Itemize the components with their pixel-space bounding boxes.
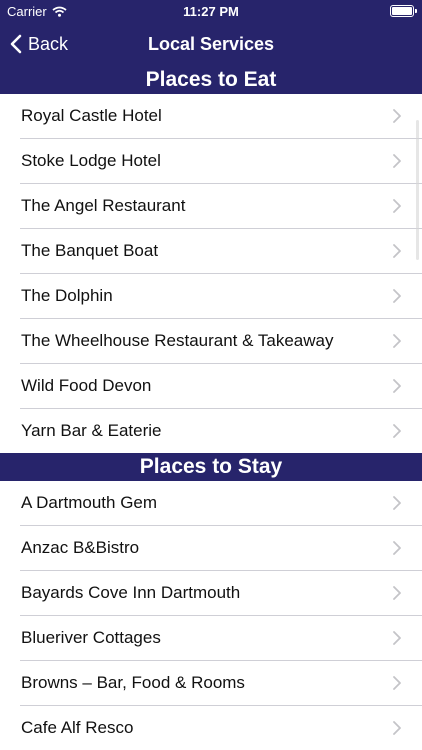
list-item-label: Cafe Alf Resco — [21, 718, 134, 737]
list-item[interactable]: The Angel Restaurant — [20, 184, 422, 229]
list-item[interactable]: Yarn Bar & Eaterie — [20, 409, 422, 453]
list-item[interactable]: Browns – Bar, Food & Rooms — [20, 661, 422, 706]
chevron-right-icon — [393, 379, 401, 393]
chevron-right-icon — [393, 244, 401, 258]
list-item-label: Wild Food Devon — [21, 376, 152, 395]
list-item-label: Browns – Bar, Food & Rooms — [21, 673, 245, 692]
list-item[interactable]: Bayards Cove Inn Dartmouth — [20, 571, 422, 616]
chevron-right-icon — [393, 199, 401, 213]
section-rows: Royal Castle Hotel Stoke Lodge Hotel The A… — [0, 94, 422, 453]
list-item[interactable]: A Dartmouth Gem — [20, 481, 422, 526]
section-header: Places to Stay — [0, 453, 422, 481]
list-item[interactable]: The Wheelhouse Restaurant & Takeaway — [20, 319, 422, 364]
chevron-right-icon — [393, 109, 401, 123]
chevron-right-icon — [393, 334, 401, 348]
services-list[interactable]: Places to Eat Royal Castle Hotel Stoke Lod… — [0, 66, 422, 750]
chevron-right-icon — [393, 676, 401, 690]
list-item[interactable]: Anzac B&Bistro — [20, 526, 422, 571]
chevron-right-icon — [393, 631, 401, 645]
list-item-label: Royal Castle Hotel — [21, 106, 162, 125]
list-item[interactable]: Cafe Alf Resco — [20, 706, 422, 750]
battery-icon — [390, 5, 417, 17]
status-bar: Carrier 11:27 PM — [0, 0, 422, 22]
list-item[interactable]: Wild Food Devon — [20, 364, 422, 409]
list-item-label: The Angel Restaurant — [21, 196, 186, 215]
chevron-right-icon — [393, 289, 401, 303]
section-header: Places to Eat — [0, 66, 422, 94]
list-item[interactable]: Royal Castle Hotel — [20, 94, 422, 139]
list-item-label: The Wheelhouse Restaurant & Takeaway — [21, 331, 334, 350]
list-item[interactable]: Blueriver Cottages — [20, 616, 422, 661]
list-item[interactable]: The Banquet Boat — [20, 229, 422, 274]
navigation-bar: Back Local Services — [0, 22, 422, 66]
list-item-label: Anzac B&Bistro — [21, 538, 140, 557]
list-item-label: The Dolphin — [21, 286, 113, 305]
chevron-right-icon — [393, 424, 401, 438]
status-time: 11:27 PM — [183, 4, 239, 19]
chevron-right-icon — [393, 154, 401, 168]
chevron-right-icon — [393, 721, 401, 735]
list-item-label: The Banquet Boat — [21, 241, 159, 260]
list-item-label: Bayards Cove Inn Dartmouth — [21, 583, 241, 602]
chevron-right-icon — [393, 541, 401, 555]
chevron-right-icon — [393, 496, 401, 510]
section-rows: A Dartmouth Gem Anzac B&Bistro Bayards Cov… — [0, 481, 422, 750]
list-item[interactable]: Stoke Lodge Hotel — [20, 139, 422, 184]
list-item-label: Stoke Lodge Hotel — [21, 151, 161, 170]
page-title: Local Services — [147, 34, 275, 54]
list-item-label: Yarn Bar & Eaterie — [21, 421, 162, 440]
list-item-label: Blueriver Cottages — [21, 628, 161, 647]
list-item-label: A Dartmouth Gem — [21, 493, 158, 512]
scroll-indicator — [416, 120, 419, 260]
list-item[interactable]: The Dolphin — [20, 274, 422, 319]
chevron-right-icon — [393, 586, 401, 600]
